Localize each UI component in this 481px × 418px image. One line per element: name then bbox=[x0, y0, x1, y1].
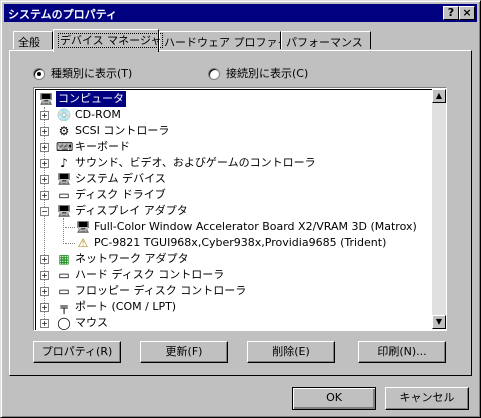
expand-icon[interactable]: + bbox=[40, 191, 49, 200]
refresh-button[interactable]: 更新(F) bbox=[140, 341, 228, 363]
expand-icon[interactable]: + bbox=[40, 111, 49, 120]
tree-connector bbox=[65, 243, 75, 244]
cancel-button[interactable]: キャンセル bbox=[385, 387, 469, 410]
tree-item-label: CD-ROM bbox=[75, 108, 121, 121]
tab-performance-label: パフォーマンス bbox=[286, 36, 363, 49]
vertical-scrollbar[interactable]: ▲ ▼ bbox=[432, 89, 446, 329]
device-tree-viewport: 🖥 コンピュータ + 💿 CD-ROM + ⚙ SCSI コントローラ + ⌨ … bbox=[35, 89, 432, 330]
print-button[interactable]: 印刷(N)... bbox=[358, 341, 446, 363]
device-tree[interactable]: 🖥 コンピュータ + 💿 CD-ROM + ⚙ SCSI コントローラ + ⌨ … bbox=[33, 87, 447, 331]
keyboard-icon: ⌨ bbox=[56, 140, 74, 154]
monitor-icon: 🖥 bbox=[75, 220, 91, 234]
radio-selected-icon bbox=[33, 68, 45, 80]
tree-item-label: フロッピー ディスク コントローラ bbox=[75, 284, 247, 297]
view-by-connection-radio[interactable]: 接続別に表示(C) bbox=[208, 65, 308, 81]
scsi-icon: ⚙ bbox=[58, 124, 70, 138]
expand-icon[interactable]: + bbox=[40, 303, 49, 312]
display-adapter-icon: 🖥 bbox=[56, 204, 72, 218]
help-button[interactable]: ? bbox=[443, 6, 459, 20]
remove-button[interactable]: 削除(E) bbox=[247, 341, 335, 363]
network-adapter-icon: ▦ bbox=[58, 252, 70, 266]
scroll-down-icon[interactable]: ▼ bbox=[432, 315, 446, 329]
title-bar[interactable]: システムのプロパティ ? × bbox=[4, 4, 477, 22]
port-icon: ╤ bbox=[60, 300, 68, 314]
tab-general-label: 全般 bbox=[18, 36, 40, 49]
tree-item-label: ディスク ドライブ bbox=[75, 188, 166, 201]
view-by-type-radio[interactable]: 種類別に表示(T) bbox=[33, 65, 132, 81]
tree-item-label: ポート (COM / LPT) bbox=[75, 300, 177, 313]
expand-icon[interactable]: + bbox=[40, 127, 49, 136]
tree-item-label: ディスプレイ アダプタ bbox=[75, 204, 188, 217]
close-button[interactable]: × bbox=[459, 6, 475, 20]
radio-unselected-icon bbox=[208, 68, 220, 80]
sound-icon: ♪ bbox=[60, 156, 68, 170]
expand-icon[interactable]: + bbox=[40, 143, 49, 152]
expand-icon[interactable]: + bbox=[40, 175, 49, 184]
system-device-icon: 🖥 bbox=[56, 172, 72, 186]
expand-icon[interactable]: + bbox=[40, 255, 49, 264]
view-by-connection-label: 接続別に表示(C) bbox=[226, 67, 309, 80]
system-properties-window: システムのプロパティ ? × 全般 デバイス マネージャ ハードウェア プロファ… bbox=[0, 0, 481, 418]
collapse-icon[interactable]: − bbox=[40, 207, 49, 216]
tree-item-label: SCSI コントローラ bbox=[75, 124, 170, 137]
cdrom-icon: 💿 bbox=[56, 108, 72, 122]
tree-item-label: ハード ディスク コントローラ bbox=[75, 268, 225, 281]
expand-icon[interactable]: + bbox=[40, 271, 49, 280]
scroll-up-icon[interactable]: ▲ bbox=[432, 89, 446, 103]
tab-general[interactable]: 全般 bbox=[13, 31, 53, 49]
tree-item-label: Full-Color Window Accelerator Board X2/V… bbox=[94, 220, 417, 233]
disk-drive-icon: ▭ bbox=[58, 188, 70, 202]
tree-item-label: ネットワーク アダプタ bbox=[75, 252, 189, 265]
tree-item-label: システム デバイス bbox=[75, 172, 166, 185]
computer-icon: 🖥 bbox=[38, 92, 54, 106]
view-by-type-label: 種類別に表示(T) bbox=[51, 67, 133, 80]
tree-item-label: マウス bbox=[75, 316, 108, 329]
tree-item-label: コンピュータ bbox=[56, 91, 126, 107]
tab-hardware-profiles-label: ハードウェア プロファイル bbox=[164, 36, 300, 49]
expand-icon[interactable]: + bbox=[40, 319, 49, 328]
monitor-warning-icon: ⚠ bbox=[77, 236, 89, 250]
floppy-controller-icon: ▭ bbox=[58, 284, 70, 298]
window-title: システムのプロパティ bbox=[8, 8, 118, 21]
expand-icon[interactable]: + bbox=[40, 159, 49, 168]
tree-connector bbox=[65, 227, 75, 228]
tree-item-label: キーボード bbox=[75, 140, 130, 153]
tab-performance[interactable]: パフォーマンス bbox=[281, 31, 371, 49]
hdd-controller-icon: ▭ bbox=[58, 268, 70, 282]
tab-device-manager-label: デバイス マネージャ bbox=[58, 33, 164, 48]
ok-button[interactable]: OK bbox=[292, 387, 376, 410]
tab-hardware-profiles[interactable]: ハードウェア プロファイル bbox=[159, 31, 300, 49]
tree-item-label: サウンド、ビデオ、およびゲームのコントローラ bbox=[75, 156, 316, 169]
expand-icon[interactable]: + bbox=[40, 287, 49, 296]
properties-button[interactable]: プロパティ(R) bbox=[33, 341, 121, 363]
mouse-icon: ◯ bbox=[57, 316, 71, 330]
tree-connector bbox=[63, 218, 64, 244]
tree-item-label: PC-9821 TGUI968x,Cyber938x,Providia9685 … bbox=[94, 236, 387, 249]
tab-device-manager[interactable]: デバイス マネージャ bbox=[53, 29, 164, 52]
